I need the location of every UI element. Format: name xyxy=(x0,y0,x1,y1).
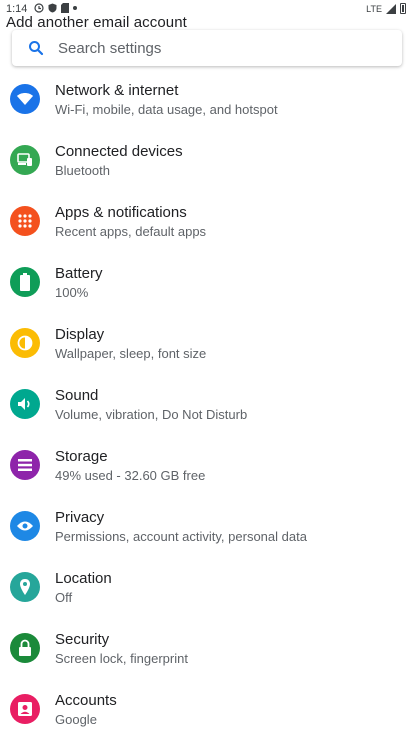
network-type: LTE xyxy=(366,3,382,14)
settings-item-title: Apps & notifications xyxy=(55,204,187,221)
settings-item-title: Location xyxy=(55,570,112,587)
settings-item-subtitle: Screen lock, fingerprint xyxy=(55,651,188,666)
storage-icon xyxy=(10,450,40,480)
settings-item-title: Storage xyxy=(55,448,108,465)
status-notification-icons xyxy=(34,3,77,13)
settings-item-subtitle: Wallpaper, sleep, font size xyxy=(55,346,207,361)
settings-item-apps[interactable]: Apps & notifications Recent apps, defaul… xyxy=(0,192,412,252)
status-system-icons: LTE xyxy=(366,3,406,14)
search-placeholder: Search settings xyxy=(58,39,162,57)
settings-item-title: Battery xyxy=(55,265,103,282)
devices-icon xyxy=(10,145,40,175)
battery-status-icon xyxy=(400,3,406,14)
sd-card-icon xyxy=(61,3,69,13)
search-icon xyxy=(18,30,54,66)
settings-item-privacy[interactable]: Privacy Permissions, account activity, p… xyxy=(0,497,412,557)
settings-item-security[interactable]: Security Screen lock, fingerprint xyxy=(0,619,412,679)
settings-item-title: Security xyxy=(55,631,110,648)
settings-item-subtitle: Recent apps, default apps xyxy=(55,224,207,239)
settings-item-battery[interactable]: Battery 100% xyxy=(0,253,412,313)
settings-item-subtitle: 100% xyxy=(55,285,89,300)
volume-icon xyxy=(10,389,40,419)
settings-item-title: Privacy xyxy=(55,509,105,526)
settings-item-subtitle: 49% used - 32.60 GB free xyxy=(55,468,206,483)
settings-item-subtitle: Permissions, account activity, personal … xyxy=(55,529,307,544)
settings-item-display[interactable]: Display Wallpaper, sleep, font size xyxy=(0,314,412,374)
lock-icon xyxy=(10,633,40,663)
account-icon xyxy=(10,694,40,724)
settings-item-storage[interactable]: Storage 49% used - 32.60 GB free xyxy=(0,436,412,496)
settings-item-location[interactable]: Location Off xyxy=(0,558,412,618)
signal-icon xyxy=(386,3,396,14)
settings-item-connected-devices[interactable]: Connected devices Bluetooth xyxy=(0,131,412,191)
brightness-icon xyxy=(10,328,40,358)
privacy-icon xyxy=(10,511,40,541)
settings-item-subtitle: Google xyxy=(55,712,97,727)
settings-item-subtitle: Bluetooth xyxy=(55,163,110,178)
dot-icon xyxy=(73,6,77,10)
settings-item-subtitle: Off xyxy=(55,590,73,605)
settings-item-sound[interactable]: Sound Volume, vibration, Do Not Disturb xyxy=(0,375,412,435)
overlay-text: Add another email account xyxy=(6,14,187,31)
settings-item-accounts[interactable]: Accounts Google xyxy=(0,680,412,732)
settings-item-title: Connected devices xyxy=(55,143,183,160)
alarm-icon xyxy=(34,3,44,13)
settings-item-network[interactable]: Network & internet Wi-Fi, mobile, data u… xyxy=(0,70,412,130)
wifi-icon xyxy=(10,84,40,114)
battery-icon xyxy=(10,267,40,297)
shield-icon xyxy=(48,3,57,13)
location-icon xyxy=(10,572,40,602)
search-bar[interactable]: Search settings xyxy=(12,30,402,66)
settings-item-title: Display xyxy=(55,326,105,343)
apps-icon xyxy=(10,206,40,236)
settings-item-subtitle: Volume, vibration, Do Not Disturb xyxy=(55,407,248,422)
settings-item-subtitle: Wi-Fi, mobile, data usage, and hotspot xyxy=(55,102,278,117)
settings-item-title: Network & internet xyxy=(55,82,179,99)
settings-item-title: Sound xyxy=(55,387,99,404)
settings-item-title: Accounts xyxy=(55,692,117,709)
